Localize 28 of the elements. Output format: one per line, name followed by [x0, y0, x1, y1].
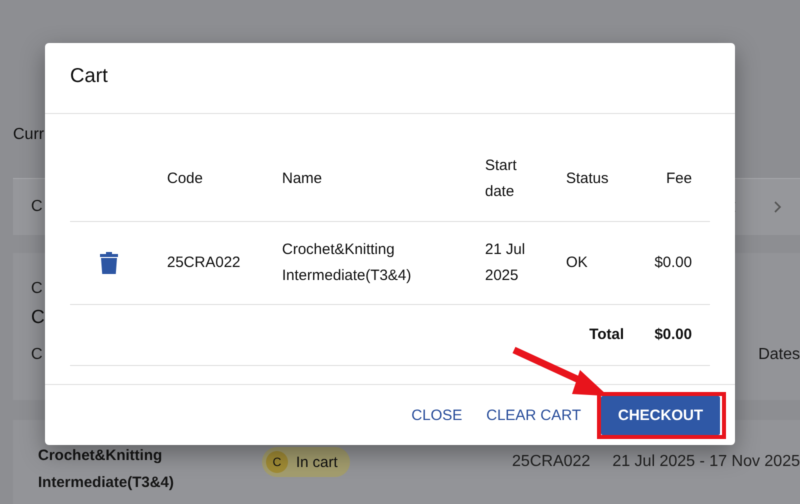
tab-label[interactable]: C — [31, 198, 43, 216]
dialog-title: Cart — [45, 43, 735, 114]
column-label: C — [31, 346, 43, 364]
course-name: Crochet&Knitting Intermediate(T3&4) — [38, 446, 175, 493]
page-subtitle: Curr — [13, 125, 46, 145]
dialog-button[interactable]: CLOSE — [403, 398, 470, 432]
table-cell: Crochet&Knitting Intermediate(T3&4) — [282, 222, 485, 305]
card-text: C — [31, 280, 43, 298]
card-heading: C — [31, 307, 45, 329]
total-value: $0.00 — [642, 305, 710, 366]
status-label: In cart — [296, 454, 338, 470]
column-header: Name — [282, 136, 485, 222]
column-header: Fee — [642, 136, 710, 222]
status-avatar: C — [266, 451, 288, 473]
table-cell: 21 Jul 2025 — [485, 222, 566, 305]
course-dates: 21 Jul 2025 - 17 Nov 2025 — [612, 453, 800, 471]
checkout-button[interactable]: CHECKOUT — [601, 396, 720, 434]
column-header: Start date — [485, 136, 566, 222]
dialog-button[interactable]: CLEAR CART — [478, 398, 589, 432]
table-cell: OK — [566, 222, 642, 305]
course-code: 25CRA022 — [512, 453, 590, 471]
table-cell: 25CRA022 — [167, 222, 282, 305]
table-cell: $0.00 — [642, 222, 710, 305]
column-header: Code — [167, 136, 282, 222]
trash-icon[interactable] — [100, 252, 118, 274]
column-header: Status — [566, 136, 642, 222]
column-label: Dates — [758, 346, 800, 364]
total-label: Total — [566, 305, 642, 366]
